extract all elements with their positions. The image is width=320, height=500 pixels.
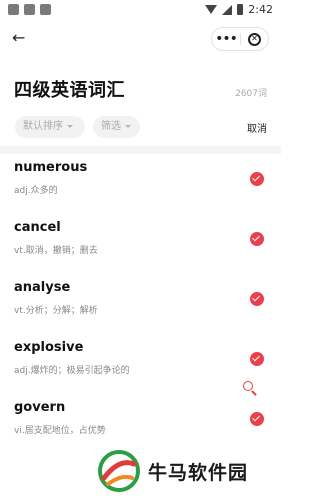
sort-dropdown[interactable]: 默认排序 [15,116,85,138]
more-icon[interactable]: ••• [212,28,240,50]
page-title: 四级英语词汇 [14,80,125,101]
watermark: 牛马软件园 [96,448,266,496]
watermark-text: 牛马软件园 [148,462,249,484]
section-divider [0,146,281,154]
word-text: analyse [14,280,71,295]
checkmark-icon[interactable] [250,352,264,366]
title-row: 四级英语词汇 2607词 [14,76,267,101]
back-icon[interactable]: ← [12,28,32,48]
filter-dropdown[interactable]: 筛选 [93,116,140,138]
filter-row: 默认排序 筛选 取消 [14,116,267,138]
search-button[interactable] [238,377,262,401]
word-text: explosive [14,340,84,355]
status-time: 2:42 [248,3,273,16]
word-meaning: vt.取消，撤销；删去 [14,246,98,256]
status-bar: 2:42 [0,0,281,20]
word-meaning: vt.分析；分解；解析 [14,306,98,316]
app-notification-icon [40,4,51,15]
list-item[interactable]: analyse vt.分析；分解；解析 [0,274,281,334]
search-icon-handle [251,390,257,396]
word-meaning: adj.众多的 [14,186,58,196]
signal-icon [222,4,233,15]
notification-icon [8,4,19,15]
chevron-down-icon [125,124,131,128]
wifi-icon [205,5,218,14]
word-meaning: vi.居支配地位，占优势 [14,426,106,436]
watermark-logo-icon [98,450,140,492]
list-item[interactable]: cancel vt.取消，撤销；删去 [0,214,281,274]
checkmark-icon[interactable] [250,172,264,186]
sort-label: 默认排序 [23,121,63,132]
word-text: cancel [14,220,61,235]
list-item[interactable]: govern vi.居支配地位，占优势 [0,394,281,454]
cancel-button[interactable]: 取消 [247,120,267,135]
chevron-down-icon [67,124,73,128]
mini-program-capsule: ••• ✕ [211,27,269,51]
close-icon: ✕ [247,32,261,46]
word-text: govern [14,400,66,415]
word-text: numerous [14,160,88,175]
word-meaning: adj.爆炸的；极易引起争论的 [14,366,130,376]
status-indicators: 2:42 [205,3,273,16]
checkmark-icon[interactable] [250,232,264,246]
checkmark-icon[interactable] [250,412,264,426]
word-count: 2607词 [235,89,267,99]
image-notification-icon [24,4,35,15]
status-notifications [8,4,51,15]
nav-bar: ← ••• ✕ [0,20,281,60]
battery-icon [237,4,244,15]
close-button[interactable]: ✕ [241,32,268,46]
list-item[interactable]: numerous adj.众多的 [0,154,281,214]
filter-label: 筛选 [101,121,121,132]
checkmark-icon[interactable] [250,292,264,306]
